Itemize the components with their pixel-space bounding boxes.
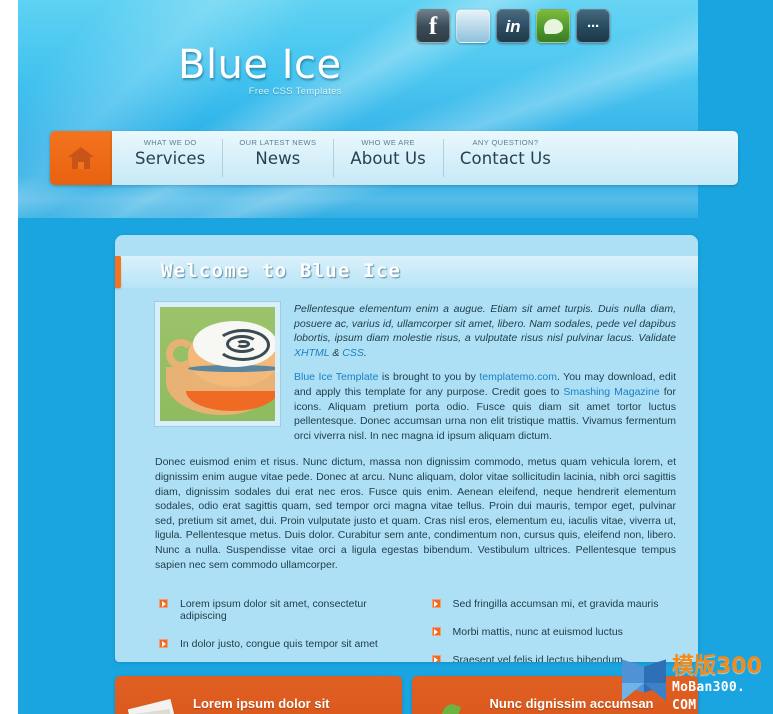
smashing-magazine-link[interactable]: Smashing Magazine [563,386,659,398]
list-item-label: Sed fringilla accumsan mi, et gravida ma… [452,598,659,611]
social-links: f  in ··· [416,9,610,43]
list-item[interactable]: Morbi mattis, nunc at euismod luctus [431,626,677,639]
myspace-icon[interactable]: ··· [576,9,610,43]
intro-row: Pellentesque elementum enim a augue. Eti… [155,302,676,453]
nav-label-services: Services [135,149,206,168]
paragraph-2-mid1: is brought to you by [378,371,480,384]
paragraph-3: Donec euismod enim et risus. Nunc dictum… [155,456,676,571]
nav-label-about-us: About Us [350,149,426,168]
list-item-label: In dolor justo, congue quis tempor sit a… [180,638,378,651]
list-item[interactable]: Sed fringilla accumsan mi, et gravida ma… [431,598,677,611]
section-heading: Welcome to Blue Ice [115,256,698,292]
nav-item-contact-us[interactable]: ANY QUESTION? Contact Us [442,131,568,185]
nav-sub-news: OUR LATEST NEWS [239,138,317,147]
nav-item-services[interactable]: WHAT WE DO Services [118,131,222,185]
chevron-right-icon [431,627,441,637]
coffee-cup-image [155,302,280,426]
footer-box-left-title: Lorem ipsum dolor sit [193,696,330,711]
myspace-glyph: ··· [587,17,600,35]
list-item[interactable]: Lorem ipsum dolor sit amet, consectetur … [159,598,404,622]
feature-lists: Lorem ipsum dolor sit amet, consectetur … [155,598,676,662]
nav-items: WHAT WE DO Services OUR LATEST NEWS News… [112,131,738,185]
facebook-glyph: f [428,12,438,40]
content-inner: Pellentesque elementum enim a augue. Eti… [115,292,698,662]
speech-bubble-shape [543,18,563,34]
nav-sub-contact-us: ANY QUESTION? [472,138,539,147]
site-logo[interactable]: Blue Ice Free CSS Templates [178,42,342,97]
watermark-cn: 模版300 [672,653,762,679]
list-item[interactable]: In dolor justo, congue quis tempor sit a… [159,638,404,650]
nav-sub-services: WHAT WE DO [143,138,197,147]
nav-home-button[interactable] [50,131,112,185]
paragraph-1-text: Pellentesque elementum enim a augue. Eti… [294,303,676,345]
watermark-text: 模版300 MoBan300. COM [672,653,773,714]
leaf-icon [424,696,476,714]
documents-icon [126,696,179,714]
twitter-icon[interactable]:  [456,9,490,43]
templatemo-link[interactable]: templatemo.com [479,371,557,383]
css-link[interactable]: CSS [342,347,364,359]
facebook-icon[interactable]: f [416,9,450,43]
xhtml-link[interactable]: XHTML [294,347,329,359]
logo-title: Blue Ice [178,42,342,88]
linkedin-icon[interactable]: in [496,9,530,43]
paragraph-2: Blue Ice Template is brought to you by t… [294,370,676,443]
chevron-right-icon [431,599,441,609]
linkedin-glyph: in [505,16,521,36]
list-item-label: Lorem ipsum dolor sit amet, consectetur … [180,598,367,623]
main-navigation: WHAT WE DO Services OUR LATEST NEWS News… [50,131,738,185]
nav-label-news: News [255,149,301,168]
paragraph-1-end: . [363,346,367,359]
watermark-en: MoBan300. COM [672,679,746,713]
page-title: Welcome to Blue Ice [161,260,402,282]
nav-sub-about-us: WHO WE ARE [361,138,415,147]
footer-boxes: Lorem ipsum dolor sit Nunc dignissim acc… [115,676,698,714]
message-icon[interactable] [536,9,570,43]
blue-ice-template-link[interactable]: Blue Ice Template [294,371,378,383]
page-body: f  in ··· Blue Ice Free CSS Templates W… [18,0,773,714]
site-header: f  in ··· Blue Ice Free CSS Templates W… [18,0,738,218]
list-item-label: Sraesent vel felis id lectus bibendum [452,654,623,662]
watermark: 模版300 MoBan300. COM [618,655,773,714]
nav-label-contact-us: Contact Us [459,149,552,168]
chevron-right-icon [431,655,441,662]
list-item-label: Morbi mattis, nunc at euismod luctus [452,626,623,639]
nav-item-news[interactable]: OUR LATEST NEWS News [222,131,333,185]
paragraph-1: Pellentesque elementum enim a augue. Eti… [294,302,676,360]
chevron-right-icon [159,599,168,609]
nav-item-about-us[interactable]: WHO WE ARE About Us [333,131,443,185]
paragraph-1-mid: & [329,346,343,359]
list-column-left: Lorem ipsum dolor sit amet, consectetur … [159,598,404,662]
chevron-right-icon [159,639,168,649]
intro-text-column: Pellentesque elementum enim a augue. Eti… [294,302,676,453]
list-column-right: Sed fringilla accumsan mi, et gravida ma… [431,598,677,662]
home-icon [68,147,94,169]
footer-box-left[interactable]: Lorem ipsum dolor sit [115,676,402,714]
content-panel: Welcome to Blue Ice Pellentesque element… [115,235,698,662]
moban300-logo-icon [618,658,670,711]
